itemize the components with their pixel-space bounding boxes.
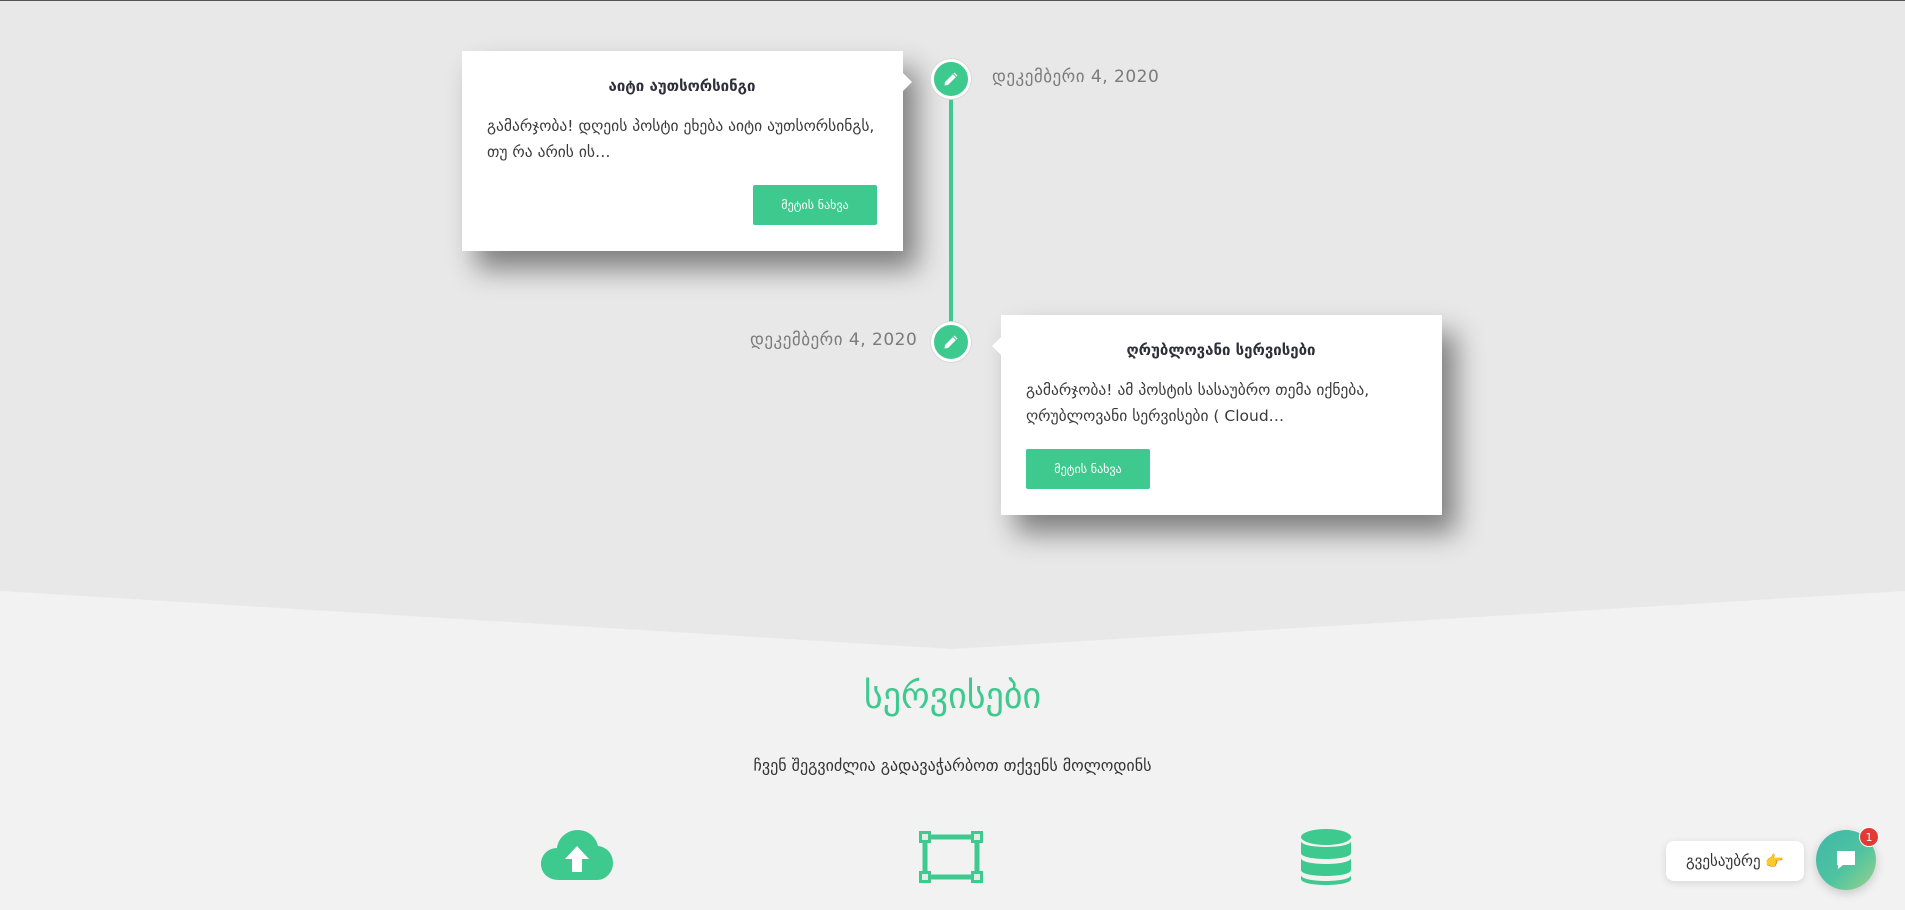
timeline-post-card: ღრუბლოვანი სერვისები გამარჯობა! ამ პოსტი… [992, 315, 1442, 515]
timeline-line [949, 80, 953, 342]
post-date: დეკემბერი 4, 2020 [750, 330, 918, 350]
chat-unread-badge: 1 [1859, 827, 1879, 847]
database-icon [1301, 829, 1351, 891]
pencil-icon [944, 72, 958, 86]
chat-prompt[interactable]: გვესაუბრე 👉 [1666, 841, 1804, 881]
read-more-button[interactable]: მეტის ნახვა [753, 185, 877, 225]
read-more-button[interactable]: მეტის ნახვა [1026, 449, 1150, 489]
top-divider [0, 0, 1905, 1]
services-subtitle: ჩვენ შეგვიძლია გადავაჭარბოთ თქვენს მოლოდ… [753, 756, 1152, 775]
vector-square-icon [919, 831, 983, 887]
post-title: ღრუბლოვანი სერვისები [1126, 341, 1316, 359]
card-pointer [992, 337, 1001, 355]
timeline-post-card: აიტი აუთსორსინგი გამარჯობა! დღეის პოსტი … [462, 51, 912, 251]
pencil-icon [944, 335, 958, 349]
card-pointer [903, 73, 912, 91]
services-title: სერვისები [863, 676, 1042, 717]
timeline-node [931, 322, 971, 362]
post-excerpt: გამარჯობა! ამ პოსტის სასაუბრო თემა იქნებ… [1026, 381, 1370, 425]
chat-bubble-icon [1837, 851, 1855, 869]
post-date: დეკემბერი 4, 2020 [992, 67, 1160, 87]
post-title: აიტი აუთსორსინგი [608, 77, 756, 95]
cloud-upload-icon [541, 826, 613, 886]
post-excerpt: გამარჯობა! დღეის პოსტი ეხება აიტი აუთსორ… [487, 117, 875, 161]
timeline-node [931, 59, 971, 99]
